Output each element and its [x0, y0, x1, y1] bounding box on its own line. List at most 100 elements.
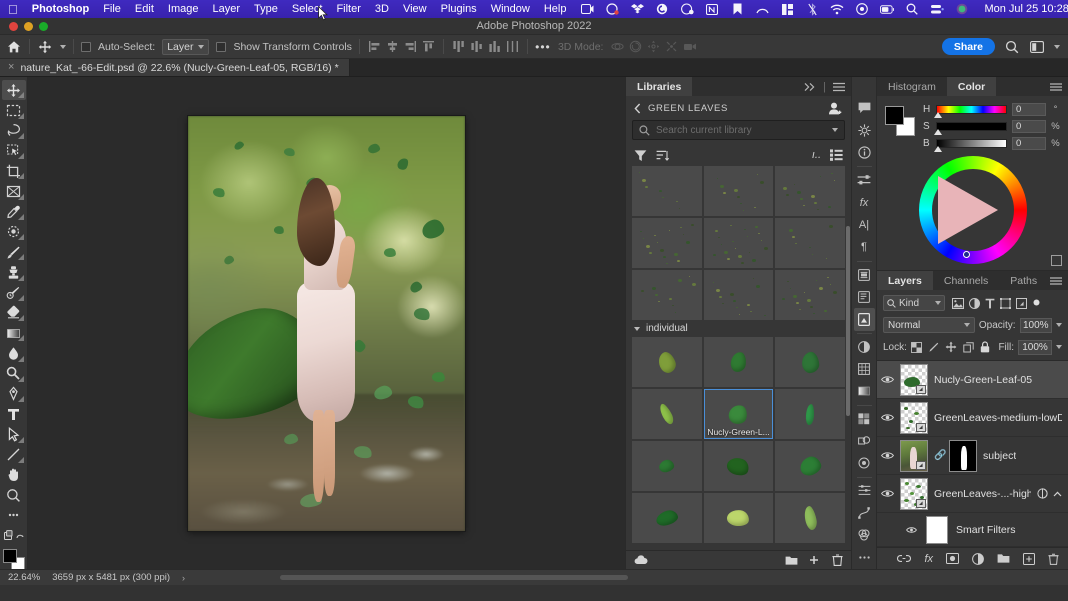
pattern-icon[interactable] [854, 358, 875, 380]
filter-icon[interactable] [634, 149, 647, 162]
menu-layer[interactable]: Layer [212, 3, 240, 15]
new-group-icon[interactable] [997, 553, 1010, 564]
do-not-disturb-icon[interactable] [855, 2, 869, 16]
adjustments-icon[interactable] [854, 119, 875, 141]
saturation-value[interactable]: 0 [1012, 119, 1046, 133]
auto-select-checkbox[interactable] [81, 41, 91, 52]
menu-view[interactable]: View [403, 3, 427, 15]
layer-visibility-toggle[interactable] [881, 413, 894, 422]
color-panel-swatches[interactable] [885, 106, 915, 136]
search-icon[interactable] [1004, 39, 1020, 55]
layer-thumbnail[interactable] [900, 401, 928, 434]
library-asset-thumbnail[interactable] [703, 218, 774, 268]
tab-paths[interactable]: Paths [999, 271, 1048, 290]
pixel-filter-icon[interactable] [952, 297, 964, 309]
menu-bar-clock[interactable]: Mon Jul 25 10:28 PM [984, 3, 1068, 15]
add-layer-mask-icon[interactable] [946, 553, 959, 564]
spotlight-search-icon[interactable] [905, 2, 919, 16]
brightness-slider[interactable] [934, 138, 1007, 152]
table-row[interactable]: GreenLeaves-medium-lowDens-9 [877, 399, 1068, 437]
opacity-chevron-icon[interactable] [1056, 323, 1062, 327]
distribute-horizontal-button[interactable] [505, 39, 520, 54]
styles-icon[interactable] [854, 452, 875, 474]
timer-icon[interactable] [680, 2, 694, 16]
tab-libraries[interactable]: Libraries [626, 77, 693, 96]
layer-filter-kind-dropdown[interactable]: Kind [883, 295, 945, 311]
brush-tool[interactable] [2, 242, 26, 262]
actions-icon[interactable] [854, 263, 875, 285]
channels-icon[interactable] [854, 524, 875, 546]
tab-color[interactable]: Color [946, 77, 997, 96]
align-top-edges-button[interactable] [421, 39, 436, 54]
workspace-switcher-icon[interactable] [1029, 39, 1045, 55]
battery-icon[interactable] [880, 2, 895, 16]
search-current-library-input[interactable]: Search current library [632, 120, 845, 140]
panel-menu-icon[interactable] [833, 82, 845, 92]
lasso-tool[interactable] [2, 121, 26, 141]
siri-icon[interactable] [955, 2, 969, 16]
fill-value[interactable]: 100% [1018, 339, 1052, 355]
align-horizontal-centers-button[interactable] [385, 39, 400, 54]
libraries-content-scroll[interactable]: individual Nucly-Green-L... [626, 166, 851, 550]
hand-tool[interactable] [2, 465, 26, 485]
library-asset-thumbnail[interactable] [775, 218, 845, 268]
rectangular-marquee-tool[interactable] [2, 100, 26, 120]
path-selection-tool[interactable] [2, 424, 26, 444]
saturation-slider-thumb[interactable] [934, 128, 942, 135]
color-picker-square-icon[interactable] [1051, 255, 1062, 266]
blur-tool[interactable] [2, 343, 26, 363]
smart-filters-visibility-toggle[interactable] [905, 526, 918, 534]
library-asset-thumbnail[interactable] [632, 166, 702, 216]
grammarly-icon[interactable] [655, 2, 669, 16]
document-canvas[interactable] [188, 115, 465, 531]
library-asset-thumbnail[interactable] [632, 337, 702, 387]
libraries-icon[interactable] [853, 308, 875, 331]
menu-file[interactable]: File [103, 3, 121, 15]
3d-roll-icon[interactable] [628, 39, 643, 54]
adjustment-filter-icon[interactable] [969, 297, 980, 309]
more-panels-icon[interactable] [854, 547, 875, 569]
expand-smart-filters-chevron-icon[interactable] [1053, 491, 1062, 497]
3d-camera-icon[interactable] [682, 39, 697, 54]
hue-slider-thumb[interactable] [934, 111, 942, 118]
paragraph-icon[interactable]: ¶ [854, 236, 875, 258]
lock-transparent-pixels-icon[interactable] [910, 341, 922, 353]
3d-orbit-icon[interactable] [610, 39, 625, 54]
toggle-filter-icon[interactable] [1032, 298, 1041, 309]
link-layers-icon[interactable] [897, 554, 912, 563]
add-collaborator-icon[interactable] [828, 101, 843, 116]
library-asset-thumbnail[interactable] [632, 493, 702, 543]
library-asset-thumbnail[interactable] [703, 493, 774, 543]
panel-menu-icon[interactable] [1050, 82, 1062, 92]
color-swatches[interactable] [2, 548, 26, 571]
swatches-icon[interactable] [854, 407, 875, 429]
blend-mode-dropdown[interactable]: Normal [883, 317, 975, 333]
new-group-icon[interactable] [785, 555, 798, 566]
libraries-scrollbar[interactable] [846, 226, 850, 416]
menu-edit[interactable]: Edit [135, 3, 154, 15]
shapes-icon[interactable] [854, 430, 875, 452]
layer-thumbnail[interactable] [900, 477, 928, 510]
gradient-tool[interactable] [2, 323, 26, 343]
3d-slide-icon[interactable] [664, 39, 679, 54]
hue-value[interactable]: 0 [1012, 102, 1046, 116]
more-options-button[interactable]: ••• [535, 39, 551, 55]
chevrons-right-icon[interactable] [804, 82, 816, 92]
screen-mode-row[interactable] [2, 526, 26, 546]
layer-thumbnail[interactable] [900, 363, 928, 396]
chevron-down-icon[interactable] [832, 128, 838, 132]
color-wheel[interactable] [918, 156, 1027, 264]
close-icon[interactable]: × [8, 62, 14, 73]
color-wheel-triangle[interactable] [937, 176, 998, 244]
lock-all-icon[interactable] [980, 341, 990, 353]
tool-preset-chevron-icon[interactable] [60, 44, 66, 49]
layer-list[interactable]: Nucly-Green-Leaf-05 GreenLeaves-medium-l… [877, 360, 1068, 547]
library-asset-thumbnail[interactable] [775, 166, 845, 216]
library-asset-thumbnail[interactable] [632, 441, 702, 491]
hue-slider[interactable] [934, 104, 1007, 118]
tab-channels[interactable]: Channels [933, 271, 999, 290]
layer-thumbnail[interactable] [900, 439, 928, 472]
dropbox-icon[interactable] [630, 2, 644, 16]
object-selection-tool[interactable] [2, 141, 26, 161]
library-asset-thumbnail[interactable] [775, 441, 845, 491]
